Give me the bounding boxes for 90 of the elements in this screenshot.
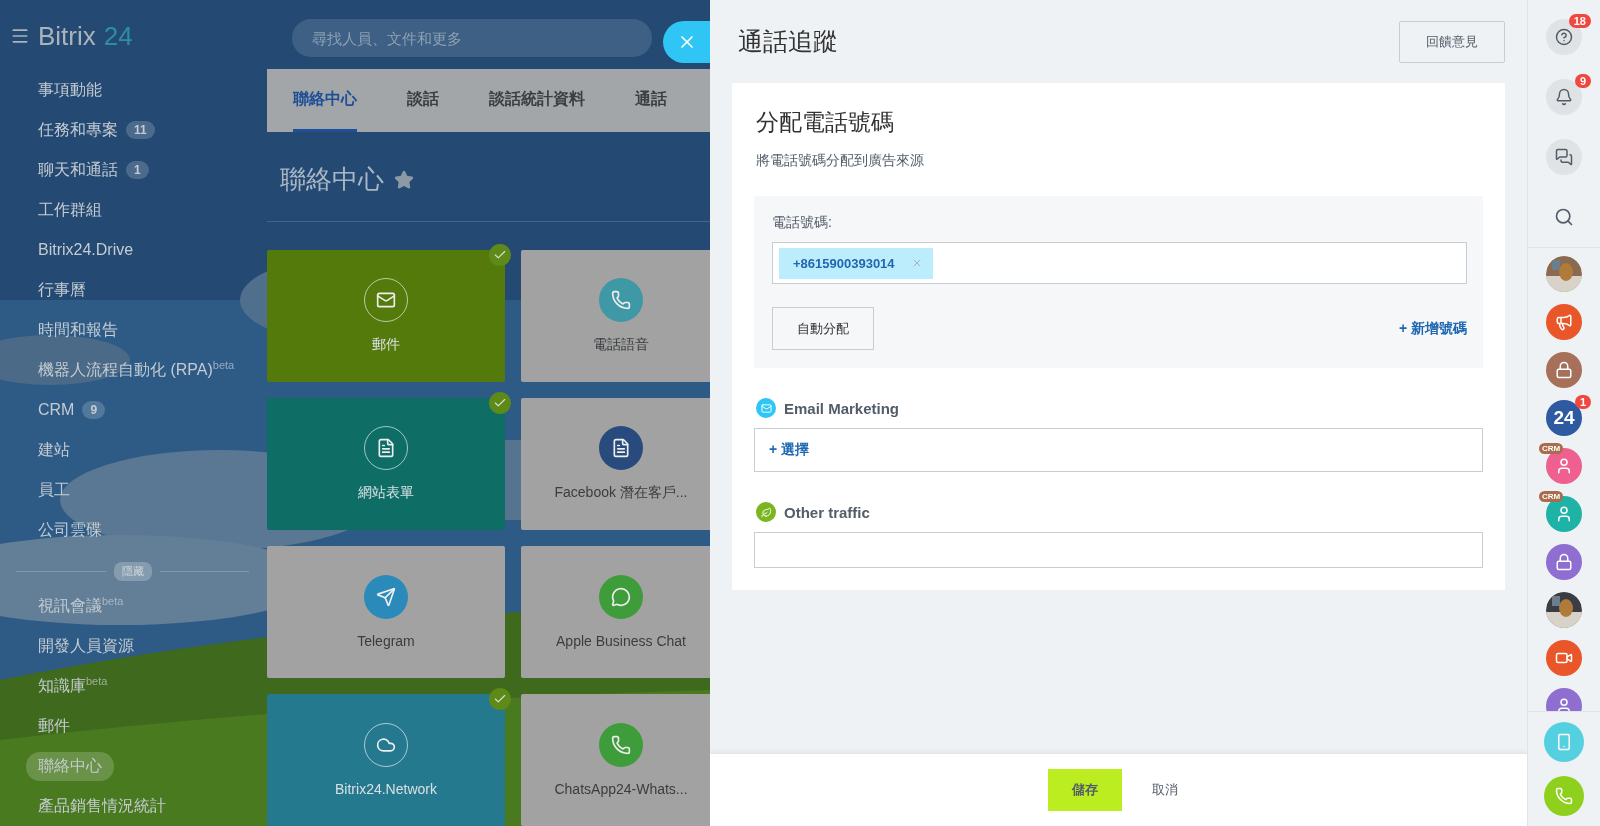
feedback-button[interactable]: 回饋意見 — [1399, 20, 1505, 63]
sidebar-item[interactable]: 開發人員資源 — [38, 635, 134, 657]
add-number-link[interactable]: + 新增號碼 — [1398, 319, 1467, 338]
counter-badge: 1 — [1574, 395, 1591, 409]
counter-badge: 1 — [126, 161, 149, 180]
sidebar-item[interactable]: 聯絡中心 — [26, 751, 114, 781]
lock-avatar[interactable] — [1546, 352, 1582, 388]
notifications-button[interactable] — [1546, 79, 1582, 115]
tile-label: ChatsApp24-Whats... — [554, 781, 688, 797]
auto-assign-button[interactable]: 自動分配 — [772, 307, 874, 350]
sidebar-item[interactable]: 知識庫$^{beta}$ — [38, 674, 108, 698]
field-label: 電話號碼: — [772, 214, 833, 232]
sidebar-item[interactable]: Bitrix24.Drive — [38, 241, 134, 260]
chat-icon — [1555, 148, 1573, 166]
channel-tile[interactable]: 郵件 — [267, 250, 505, 382]
help-icon — [1555, 28, 1573, 46]
channel-icon — [599, 575, 643, 619]
card-subtitle: 將電話號碼分配到廣告來源 — [756, 152, 925, 170]
sidebar-item[interactable]: CRM — [38, 401, 75, 420]
tile-label: Apple Business Chat — [556, 633, 686, 649]
video-avatar[interactable] — [1546, 640, 1582, 676]
megaphone-icon — [1555, 313, 1573, 331]
tab[interactable]: 通話 — [635, 69, 667, 133]
source-picker[interactable]: + 選擇 — [754, 428, 1483, 472]
cancel-button[interactable]: 取消 — [1139, 769, 1190, 811]
counter-badge: 11 — [126, 121, 155, 140]
tab[interactable]: 談話 — [407, 69, 439, 133]
lock-avatar[interactable] — [1546, 544, 1582, 580]
tile-label: 網站表單 — [358, 484, 414, 502]
lock-icon — [1555, 553, 1573, 571]
sidebar-item[interactable]: 行事曆 — [38, 279, 86, 301]
bell-icon — [1555, 88, 1573, 106]
sidebar-item[interactable]: 任務和專案 — [38, 119, 118, 141]
tab[interactable]: 聯絡中心 — [293, 69, 357, 133]
sidebar-item[interactable]: 產品銷售情況統計 — [38, 795, 166, 817]
logo-text: Bitrix — [38, 20, 96, 52]
channel-tile[interactable]: Apple Business Chat — [521, 546, 710, 678]
sidebar-item[interactable]: 郵件 — [38, 715, 70, 737]
tile-label: Telegram — [357, 633, 415, 649]
sidebar-item[interactable]: 員工 — [38, 479, 70, 501]
channel-icon — [599, 426, 643, 470]
lock-icon — [1555, 361, 1573, 379]
source-name: Other traffic — [784, 503, 870, 521]
sidebar-item[interactable]: 機器人流程自動化 (RPA)$^{beta}$ — [38, 359, 235, 382]
channel-tile[interactable]: Telegram — [267, 546, 505, 678]
channel-tile[interactable]: ChatsApp24-Whats... — [521, 694, 710, 826]
star-icon[interactable] — [394, 169, 414, 190]
channel-tile[interactable]: 網站表單 — [267, 398, 505, 530]
sidebar-item[interactable]: 公司雲碟 — [38, 519, 102, 541]
megaphone-avatar[interactable] — [1546, 304, 1582, 340]
crm-tag: CRM — [1539, 491, 1564, 502]
user-icon — [1555, 697, 1573, 711]
card-title: 分配電話號碼 — [756, 108, 895, 137]
user-icon — [1555, 505, 1573, 523]
sidebar-item[interactable]: 事項動能 — [38, 79, 102, 101]
sidebar-item[interactable]: 視訊會議$^{beta}$ — [38, 594, 124, 618]
number-chip[interactable]: +8615900393014 — [779, 247, 933, 279]
channel-tile[interactable]: Facebook 潛在客戶... — [521, 398, 710, 530]
save-button[interactable]: 儲存 — [1047, 769, 1122, 811]
sidebar-item[interactable]: 建站 — [38, 439, 70, 461]
panel-title: 通話追蹤 — [738, 26, 838, 57]
logo-text: 24 — [1553, 407, 1575, 429]
channel-icon — [599, 723, 643, 767]
source-field[interactable] — [754, 532, 1483, 568]
chat-button[interactable] — [1546, 139, 1582, 175]
tile-label: Facebook 潛在客戶... — [554, 484, 688, 502]
page-title: 聯絡中心 — [280, 163, 384, 197]
source-name: Email Marketing — [784, 399, 900, 417]
counter-badge: 9 — [82, 401, 106, 420]
tile-label: Bitrix24.Network — [335, 781, 437, 797]
user-icon — [1555, 457, 1573, 475]
tab[interactable]: 談話統計資料 — [489, 69, 585, 133]
counter-badge: 18 — [1568, 14, 1591, 28]
sidebar-item[interactable]: 時間和報告 — [38, 319, 118, 341]
tile-label: 郵件 — [372, 336, 400, 354]
sidebar-item[interactable]: 聊天和通話 — [38, 159, 118, 181]
channel-tile[interactable]: Bitrix24.Network — [267, 694, 505, 826]
number-field[interactable]: +8615900393014 — [772, 242, 1467, 284]
counter-badge: 9 — [1574, 74, 1591, 88]
channel-tile[interactable]: 電話語音 — [521, 250, 710, 382]
select-link[interactable]: + 選擇 — [769, 441, 810, 459]
tile-label: 電話語音 — [593, 336, 649, 354]
phone-icon — [1555, 787, 1573, 805]
channel-icon — [364, 575, 408, 619]
channel-icon — [599, 278, 643, 322]
crm-tag: CRM — [1539, 443, 1564, 454]
device-icon — [1555, 733, 1573, 751]
logo-number: 24 — [103, 20, 133, 52]
close-button[interactable] — [663, 21, 710, 63]
sidebar-item[interactable]: 工作群組 — [38, 199, 102, 221]
